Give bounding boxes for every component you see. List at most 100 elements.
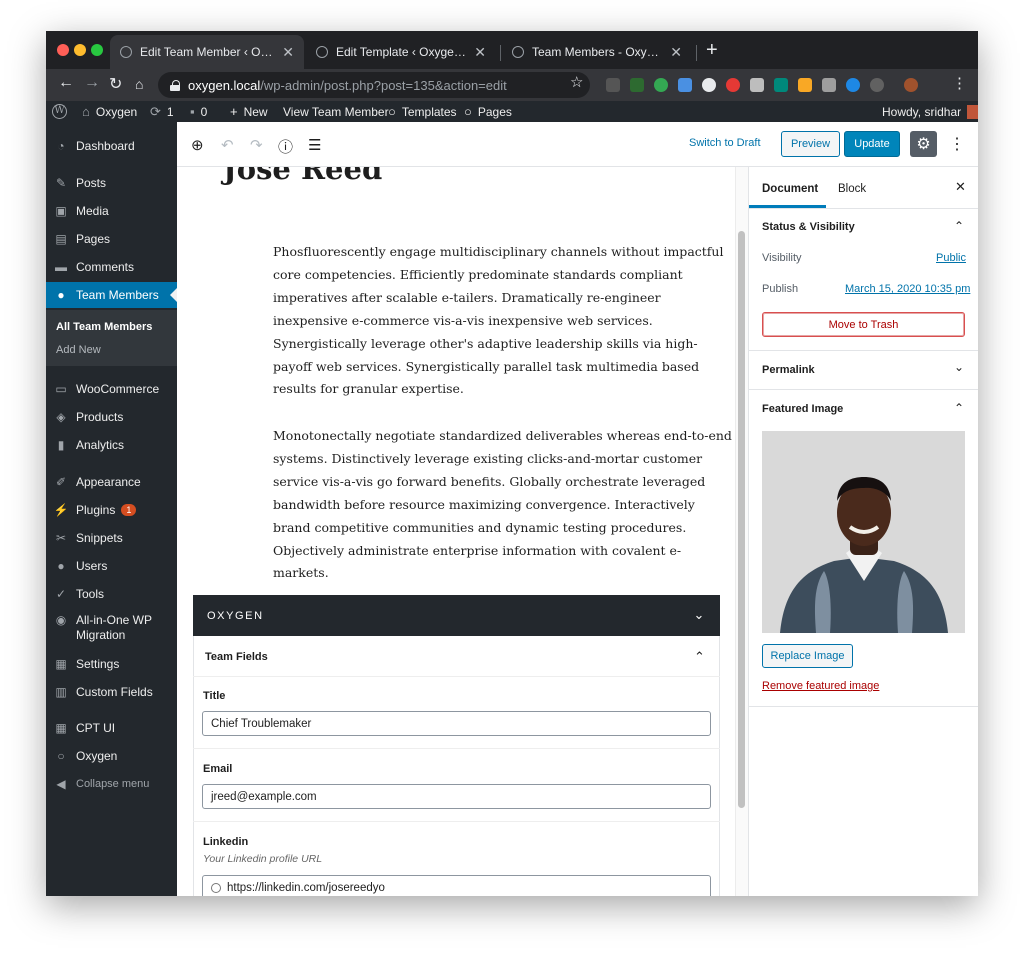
forward-icon[interactable]: → (84, 74, 100, 92)
sidebar-item-dashboard[interactable]: ◔ Dashboard (46, 133, 177, 159)
sidebar-item-comments[interactable]: ▬ Comments (46, 254, 177, 280)
close-tab-icon[interactable]: ✕ (670, 44, 682, 61)
publish-date-link[interactable]: March 15, 2020 10:35 pm (845, 283, 970, 295)
tab-document[interactable]: Document (762, 183, 818, 195)
featured-image[interactable] (762, 431, 965, 633)
submenu-all-team-members[interactable]: All Team Members (56, 321, 152, 333)
chevron-up-icon[interactable]: ⌃ (694, 649, 705, 665)
info-icon[interactable]: ⓘ (278, 136, 293, 157)
sidebar-item-posts[interactable]: ✎ Posts (46, 170, 177, 196)
chevron-up-icon[interactable]: ⌃ (954, 401, 964, 415)
replace-image-button[interactable]: Replace Image (762, 644, 853, 668)
admin-bar-view[interactable]: View Team Member (283, 101, 389, 122)
admin-bar-site[interactable]: ⌂ Oxygen (82, 101, 137, 122)
url-input[interactable]: oxygen.local/wp-admin/post.php?post=135&… (158, 72, 590, 98)
extension-icon[interactable] (654, 78, 668, 92)
wp-logo-icon[interactable]: W (52, 101, 67, 122)
close-tab-icon[interactable]: ✕ (282, 44, 294, 61)
close-tab-icon[interactable]: ✕ (474, 44, 486, 61)
update-button[interactable]: Update (844, 131, 900, 157)
undo-icon[interactable]: ↶ (221, 136, 234, 154)
new-tab-button[interactable]: + (706, 40, 718, 60)
chevron-up-icon[interactable]: ⌃ (954, 219, 964, 233)
sidebar-item-oxygen[interactable]: ○ Oxygen (46, 743, 177, 769)
settings-toggle-button[interactable]: ⚙ (910, 131, 937, 157)
email-field[interactable]: jreed@example.com (202, 784, 711, 809)
switch-to-draft-button[interactable]: Switch to Draft (689, 137, 761, 149)
extension-icon[interactable] (606, 78, 620, 92)
submenu-add-new[interactable]: Add New (56, 344, 101, 356)
divider (749, 208, 978, 209)
sidebar-item-label: Custom Fields (76, 685, 153, 699)
sidebar-item-cpt-ui[interactable]: ▦ CPT UI (46, 715, 177, 741)
browser-tab-3[interactable]: Team Members - Oxygen ✕ (502, 35, 692, 69)
extension-icon[interactable] (798, 78, 812, 92)
team-fields-title[interactable]: Team Fields (205, 651, 268, 663)
redo-icon[interactable]: ↷ (250, 136, 263, 154)
browser-tab-1[interactable]: Edit Team Member ‹ Oxygen — W ✕ (110, 35, 304, 69)
remove-featured-image-link[interactable]: Remove featured image (762, 680, 879, 692)
bookmark-star-icon[interactable]: ☆ (570, 73, 583, 91)
admin-bar-comments[interactable]: ▪ 0 (190, 101, 207, 122)
minimize-window-button[interactable] (74, 44, 86, 56)
admin-bar-pages[interactable]: ○ Pages (464, 101, 512, 122)
preview-button[interactable]: Preview (781, 131, 840, 157)
sidebar-item-team-members[interactable]: ● Team Members (46, 282, 177, 308)
sidebar-item-all-in-one-migration[interactable]: ◉ All-in-One WP Migration (46, 609, 177, 649)
sidebar-item-users[interactable]: ● Users (46, 553, 177, 579)
extension-icon[interactable] (750, 78, 764, 92)
extension-icon[interactable] (702, 78, 716, 92)
browser-menu-icon[interactable]: ⋮ (952, 74, 967, 92)
sidebar-item-snippets[interactable]: ✂ Snippets (46, 525, 177, 551)
templates-label: Templates (401, 104, 457, 119)
admin-bar-new[interactable]: + New (230, 101, 268, 122)
extension-icon[interactable] (774, 78, 788, 92)
editor-scrollbar[interactable] (738, 231, 745, 808)
linkedin-field[interactable]: https://linkedin.com/josereedyo (202, 875, 711, 896)
sidebar-item-custom-fields[interactable]: ▥ Custom Fields (46, 679, 177, 705)
extension-icon[interactable] (678, 78, 692, 92)
sidebar-item-settings[interactable]: ▦ Settings (46, 651, 177, 677)
user-icon: ● (57, 288, 65, 302)
sidebar-item-pages[interactable]: ▤ Pages (46, 226, 177, 252)
title-field[interactable]: Chief Troublemaker (202, 711, 711, 736)
collapse-menu-button[interactable]: ◀ Collapse menu (46, 771, 177, 797)
paragraph-block[interactable]: Phosfluorescently engage multidisciplina… (273, 241, 735, 401)
sidebar-item-woocommerce[interactable]: ▭ WooCommerce (46, 376, 177, 402)
extension-icon[interactable] (726, 78, 740, 92)
add-block-icon[interactable]: ⊕ (191, 136, 204, 154)
browser-tab-2[interactable]: Edit Template ‹ Oxygen — Word ✕ (306, 35, 496, 69)
sidebar-item-tools[interactable]: ✓ Tools (46, 581, 177, 607)
oxygen-metabox-header[interactable]: OXYGEN ⌄ (193, 595, 720, 636)
featured-image-title[interactable]: Featured Image (762, 403, 843, 415)
close-icon[interactable]: ✕ (955, 179, 966, 195)
outline-icon[interactable]: ☰ (308, 136, 321, 154)
sidebar-item-products[interactable]: ◈ Products (46, 404, 177, 430)
back-icon[interactable]: ← (58, 74, 74, 92)
admin-bar-account[interactable]: Howdy, sridhar (882, 101, 978, 122)
status-visibility-title[interactable]: Status & Visibility (762, 221, 855, 233)
paragraph-block[interactable]: Monotonectally negotiate standardized de… (273, 425, 735, 585)
admin-bar-updates[interactable]: ⟳ 1 (150, 101, 174, 122)
chevron-down-icon[interactable]: ⌄ (954, 360, 964, 374)
tab-block[interactable]: Block (838, 183, 866, 195)
visibility-link[interactable]: Public (936, 252, 966, 264)
sidebar-item-plugins[interactable]: ⚡ Plugins 1 (46, 497, 177, 523)
extension-icon[interactable] (846, 78, 860, 92)
sidebar-item-analytics[interactable]: ▮ Analytics (46, 432, 177, 458)
sidebar-item-appearance[interactable]: ✐ Appearance (46, 469, 177, 495)
close-window-button[interactable] (57, 44, 69, 56)
home-icon[interactable]: ⌂ (135, 76, 143, 92)
reload-icon[interactable]: ↻ (109, 74, 122, 94)
extension-icon[interactable] (870, 78, 884, 92)
admin-bar-templates[interactable]: ○ Templates (388, 101, 457, 122)
move-to-trash-button[interactable]: Move to Trash (762, 312, 965, 337)
sidebar-item-media[interactable]: ▣ Media (46, 198, 177, 224)
chevron-down-icon[interactable]: ⌄ (694, 607, 707, 623)
extension-icon[interactable] (630, 78, 644, 92)
more-options-icon[interactable]: ⋮ (949, 134, 965, 154)
maximize-window-button[interactable] (91, 44, 103, 56)
profile-avatar[interactable] (904, 78, 918, 92)
extension-icon[interactable] (822, 78, 836, 92)
permalink-title[interactable]: Permalink (762, 364, 815, 376)
